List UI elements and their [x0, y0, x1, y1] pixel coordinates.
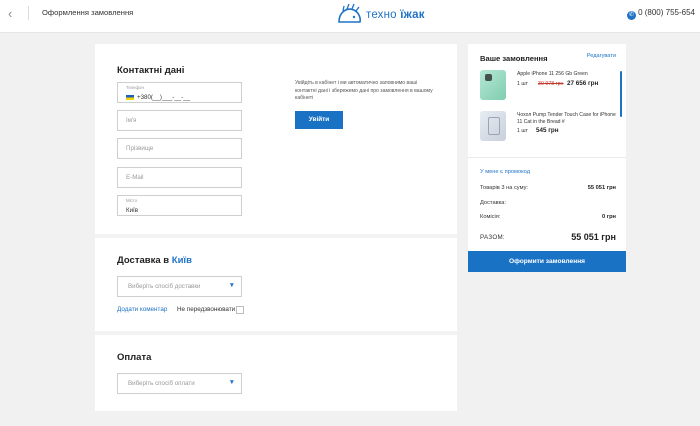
logo-text-b: їжак: [400, 9, 425, 21]
email-field[interactable]: E-Mail: [117, 167, 242, 188]
phone-mini-label: Телефон: [126, 85, 144, 90]
product-price: 27 656 грн: [567, 80, 599, 87]
header-divider: [28, 6, 29, 20]
goods-label: Товарів 3 на суму:: [480, 185, 528, 191]
add-comment-link[interactable]: Додати коментар: [117, 306, 167, 313]
phone-icon: ✆: [627, 11, 637, 20]
login-button[interactable]: Увійти: [295, 111, 343, 129]
phone-number[interactable]: ✆ 0 (800) 755-654: [627, 8, 695, 20]
order-title: Ваше замовлення: [480, 54, 548, 63]
header: ‹ Оформлення замовлення техно їжак ✆ 0 (8…: [0, 0, 700, 33]
city-field[interactable]: Місто Київ: [117, 195, 242, 216]
delivery-label: Доставка:: [480, 200, 507, 206]
name-placeholder: Ім'я: [126, 117, 137, 124]
payment-select-placeholder: Виберіть спосіб оплати: [128, 380, 195, 387]
checkout-button[interactable]: Оформити замовлення: [468, 251, 626, 272]
delivery-city[interactable]: Київ: [172, 255, 192, 266]
product-old-price: 30 978 грн: [538, 81, 564, 87]
delivery-title: Доставка в Київ: [117, 255, 192, 266]
payment-title: Оплата: [117, 352, 152, 363]
delivery-select-placeholder: Виберіть спосіб доставки: [128, 283, 201, 290]
scrollbar[interactable]: [620, 71, 622, 117]
checkout-form: Контактні дані Телефон +380(__)___-__-__…: [95, 44, 457, 411]
total-value: 55 051 грн: [571, 232, 616, 242]
section-divider: [95, 331, 457, 335]
product-image[interactable]: [480, 70, 506, 100]
email-placeholder: E-Mail: [126, 174, 144, 181]
delivery-select[interactable]: Виберіть спосіб доставки ▼: [117, 276, 242, 297]
delivery-title-text: Доставка в: [117, 255, 170, 266]
dont-call-checkbox[interactable]: [236, 306, 244, 314]
order-summary: Ваше замовлення Редагувати Apple iPhone …: [468, 44, 626, 272]
product-qty: 1 шт: [517, 128, 528, 134]
name-field[interactable]: Ім'я: [117, 110, 242, 131]
logo-text-a: техно: [366, 9, 397, 21]
logo[interactable]: техно їжак: [336, 2, 446, 30]
phone-field[interactable]: Телефон +380(__)___-__-__: [117, 82, 242, 103]
commission-label: Комісія:: [480, 214, 501, 220]
phone-value-text: +380(__)___-__-__: [137, 94, 191, 101]
hedgehog-logo-icon: [338, 3, 361, 23]
dont-call-label: Не передзвонювати: [177, 306, 236, 313]
caret-down-icon: ▼: [228, 282, 235, 289]
payment-select[interactable]: Виберіть спосіб оплати ▼: [117, 373, 242, 394]
section-divider: [95, 234, 457, 238]
total-label: РАЗОМ:: [480, 234, 505, 241]
page-title: Оформлення замовлення: [42, 8, 134, 17]
product-qty: 1 шт: [517, 81, 528, 87]
caret-down-icon: ▼: [228, 379, 235, 386]
city-value: Київ: [126, 207, 139, 214]
contact-title: Контактні дані: [117, 65, 185, 76]
edit-order-link[interactable]: Редагувати: [587, 53, 616, 59]
product-price: 545 грн: [536, 127, 559, 134]
product-name[interactable]: Apple iPhone 11 256 Gb Green: [517, 71, 588, 78]
product-image[interactable]: [480, 111, 506, 141]
arrow-left-icon[interactable]: ‹: [8, 7, 24, 21]
logo-text: техно їжак: [366, 9, 425, 21]
ukraine-flag-icon: [126, 94, 134, 100]
goods-value: 55 051 грн: [587, 185, 616, 191]
phone-text: 0 (800) 755-654: [638, 8, 695, 17]
commission-value: 0 грн: [601, 214, 616, 220]
surname-placeholder: Прізвище: [126, 145, 154, 152]
city-mini-label: Місто: [126, 198, 137, 203]
promo-code-link[interactable]: У мене є промокод: [480, 169, 530, 175]
phone-value: +380(__)___-__-__: [126, 94, 190, 101]
surname-field[interactable]: Прізвище: [117, 138, 242, 159]
product-name[interactable]: Чохол Pump Tender Touch Case for iPhone …: [517, 112, 617, 125]
login-hint: Увійдіть в кабінет і ми автоматично запо…: [295, 80, 433, 102]
order-divider: [468, 157, 626, 158]
